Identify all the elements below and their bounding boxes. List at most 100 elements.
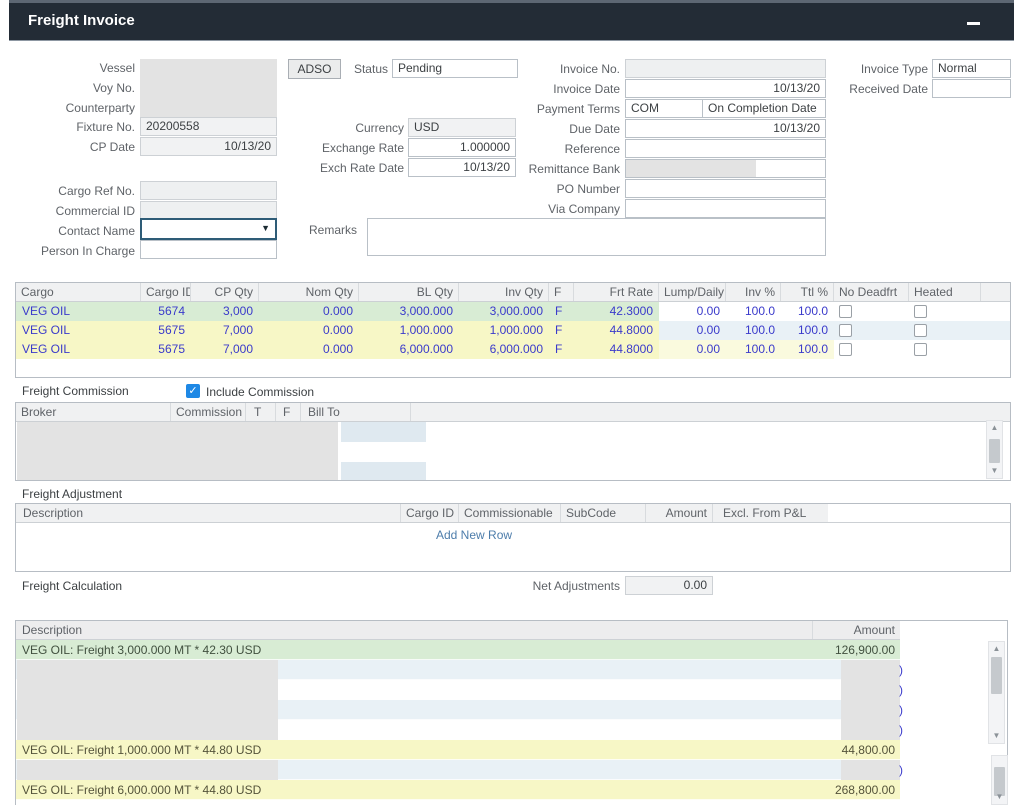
cargo-col-header: Heated (909, 283, 981, 301)
cargo-cell-frt_rate: 42.3000 (574, 302, 659, 321)
include-commission-checkbox[interactable]: ✓ (186, 384, 200, 398)
invoice-type-field[interactable]: Normal (932, 59, 1011, 78)
person-in-charge-field[interactable] (140, 240, 277, 259)
contact-name-dropdown[interactable]: ▼ (140, 218, 277, 240)
calculation-row[interactable]: ) (16, 720, 900, 740)
commission-col-bill-to: Bill To (301, 403, 411, 421)
payment-terms-code-field[interactable]: COM (625, 99, 703, 118)
cargo-col-header: No Deadfrt (834, 283, 909, 301)
invoice-date-field[interactable]: 10/13/20 (625, 79, 826, 98)
calculation-cell-description: VEG OIL: Freight 3,000.000 MT * 42.30 US… (16, 640, 813, 660)
calculation-scrollbar[interactable]: ▲ ▼ (988, 641, 1005, 744)
scroll-down-icon[interactable]: ▼ (989, 729, 1004, 743)
window-scrollbar[interactable]: ▼ (991, 755, 1008, 805)
calculation-row[interactable]: ) (16, 680, 900, 700)
cargo-row-left-group: VEG OIL56757,0000.0006,000.0006,000.000F… (16, 340, 659, 359)
net-adjustments-label: Net Adjustments (495, 579, 620, 594)
cargo-cell-ttl_pct: 100.0 (781, 302, 834, 321)
add-new-row-link[interactable]: Add New Row (436, 528, 512, 542)
calculation-scrollbar-thumb[interactable] (991, 657, 1002, 694)
calculation-row[interactable]: VEG OIL: Freight 6,000.000 MT * 44.80 US… (16, 780, 900, 800)
exchange-rate-label: Exchange Rate (284, 141, 404, 156)
cargo-ref-no-label: Cargo Ref No. (10, 184, 135, 199)
due-date-field[interactable]: 10/13/20 (625, 119, 826, 138)
net-adjustments-field[interactable]: 0.00 (625, 576, 713, 595)
calculation-col-amount: Amount (813, 621, 900, 639)
cargo-ref-no-field[interactable] (140, 181, 277, 200)
calculation-cell-amount: ) (813, 660, 900, 680)
cargo-cell-no_deadfrt (834, 302, 909, 321)
cargo-cell-frt_rate: 44.8000 (574, 321, 659, 340)
cargo-col-filler (981, 283, 1010, 301)
adjustment-col-description: Description (16, 504, 401, 522)
remarks-label: Remarks (277, 223, 357, 238)
minimize-button[interactable] (964, 15, 984, 31)
calculation-row[interactable]: ) (16, 700, 900, 720)
invoice-no-field[interactable] (625, 59, 826, 78)
status-label: Status (328, 62, 388, 77)
exch-rate-date-label: Exch Rate Date (284, 161, 404, 176)
via-company-field[interactable] (625, 199, 826, 218)
received-date-label: Received Date (803, 82, 928, 97)
fixture-no-label: Fixture No. (10, 120, 135, 135)
invoice-date-label: Invoice Date (495, 82, 620, 97)
cp-date-field[interactable]: 10/13/20 (140, 137, 277, 156)
fixture-no-field[interactable]: 20200558 (140, 117, 277, 136)
calculation-cell-amount: ) (813, 720, 900, 740)
calculation-row[interactable]: VEG OIL: Freight 3,000.000 MT * 42.30 US… (16, 640, 900, 660)
scroll-down-icon[interactable]: ▼ (992, 790, 1007, 804)
cargo-cell-nom_qty: 0.000 (259, 321, 359, 340)
cargo-row[interactable]: VEG OIL56757,0000.0001,000.0001,000.000F… (16, 321, 1010, 340)
vessel-voy-counterparty-redacted (140, 59, 277, 117)
commission-scrollbar-thumb[interactable] (989, 439, 1000, 463)
cargo-cell-heated (909, 340, 981, 359)
redacted-amount (841, 680, 900, 700)
cargo-cell-cp_qty: 7,000 (191, 340, 259, 359)
cargo-cell-f: F (549, 302, 574, 321)
remarks-textarea[interactable] (367, 218, 826, 256)
reference-field[interactable] (625, 139, 826, 158)
checkbox-heated-unchecked[interactable] (914, 324, 927, 337)
cargo-row[interactable]: VEG OIL56757,0000.0006,000.0006,000.000F… (16, 340, 1010, 359)
checkbox-no_deadfrt-unchecked[interactable] (839, 324, 852, 337)
calculation-row[interactable]: ) (16, 660, 900, 680)
checkbox-heated-unchecked[interactable] (914, 343, 927, 356)
adjustment-table: Description Cargo ID Commissionable SubC… (15, 503, 1011, 572)
po-number-field[interactable] (625, 179, 826, 198)
cargo-cell-lump_daily: 0.00 (659, 340, 726, 359)
calculation-cell-amount: 126,900.00 (813, 640, 900, 660)
checkbox-no_deadfrt-unchecked[interactable] (839, 305, 852, 318)
commission-table: Broker Commission T F Bill To (15, 402, 1011, 481)
freight-invoice-window: Freight Invoice Vessel Voy No. Counterpa… (0, 0, 1014, 805)
scroll-up-icon[interactable]: ▲ (989, 642, 1004, 656)
commission-bill-to-cell (341, 462, 426, 481)
payment-terms-desc-field[interactable]: On Completion Date (702, 99, 826, 118)
calculation-row[interactable]: VEG OIL: Freight 1,000.000 MT * 44.80 US… (16, 740, 900, 760)
scroll-up-icon[interactable]: ▲ (987, 421, 1002, 435)
cargo-cell-cargo_id: 5674 (141, 302, 191, 321)
received-date-field[interactable] (932, 79, 1011, 98)
counterparty-label: Counterparty (10, 101, 135, 116)
cargo-table: CargoCargo IDCP QtyNom QtyBL QtyInv QtyF… (15, 282, 1011, 378)
cargo-cell-inv_qty: 3,000.000 (459, 302, 549, 321)
cargo-row[interactable]: VEG OIL56743,0000.0003,000.0003,000.000F… (16, 302, 1010, 321)
redacted-amount (841, 760, 900, 780)
cargo-col-header: Nom Qty (259, 283, 359, 301)
calculation-row[interactable]: ) (16, 760, 900, 780)
calculation-cell-amount: ) (813, 700, 900, 720)
redacted-description (17, 680, 278, 700)
calculation-cell-amount: 44,800.00 (813, 740, 900, 760)
commission-scrollbar[interactable]: ▲ ▼ (986, 420, 1003, 479)
adjustment-col-excl-pnl: Excl. From P&L (713, 504, 828, 522)
calculation-cell-amount: ) (813, 680, 900, 700)
commission-table-body[interactable] (16, 422, 1010, 481)
checkbox-heated-unchecked[interactable] (914, 305, 927, 318)
checkbox-no_deadfrt-unchecked[interactable] (839, 343, 852, 356)
cargo-cell-cargo_id: 5675 (141, 340, 191, 359)
calculation-cell-amount: 268,800.00 (813, 780, 900, 800)
reference-label: Reference (495, 142, 620, 157)
contact-name-label: Contact Name (10, 224, 135, 239)
po-number-label: PO Number (495, 182, 620, 197)
cargo-cell-ttl_pct: 100.0 (781, 321, 834, 340)
scroll-down-icon[interactable]: ▼ (987, 464, 1002, 478)
